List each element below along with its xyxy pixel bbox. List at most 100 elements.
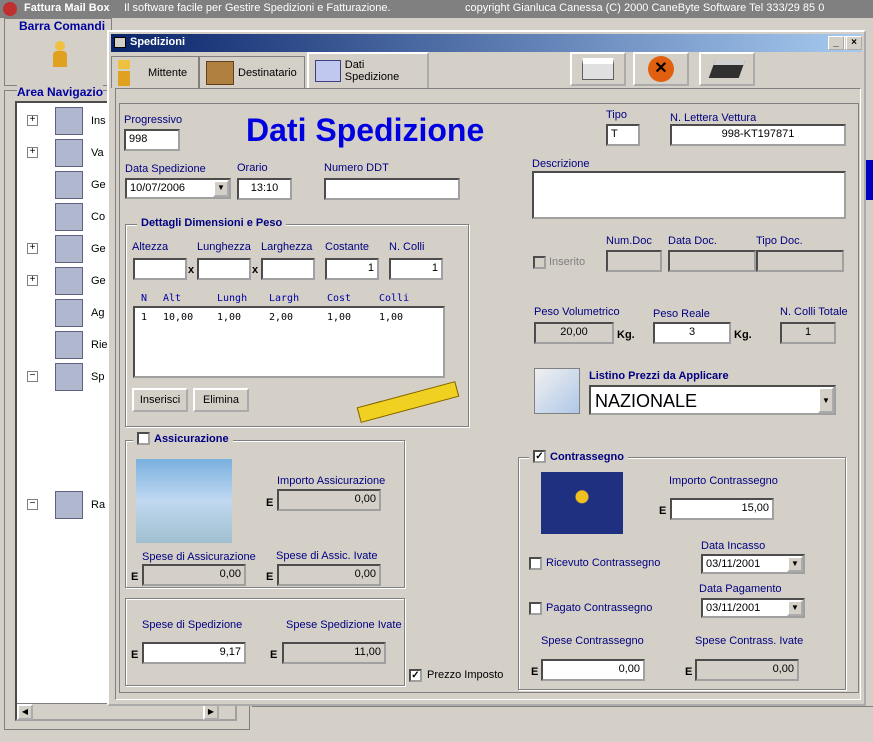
costante-label: Costante [325,241,370,253]
tipodoc-field[interactable] [756,250,844,272]
ncolli-field[interactable]: 1 [389,258,443,280]
importo-contrassegno-field[interactable]: 15,00 [670,498,774,520]
expand-icon[interactable]: + [27,243,38,254]
page-heading: Dati Spedizione [246,112,485,148]
tipo-field[interactable]: T [606,124,640,146]
folder-icon [55,203,83,231]
spese-spedizione-field[interactable]: 9,17 [142,642,246,664]
scroll-left-icon[interactable]: ◀ [17,704,33,720]
expand-icon[interactable]: + [27,147,38,158]
euro-label: E [131,571,139,583]
ricevuto-checkbox[interactable] [529,557,542,570]
tree-item-label: Sp [91,371,105,383]
lettera-vettura-label: N. Lettera Vettura [670,112,757,124]
tab-destinatario[interactable]: Destinatario [199,56,305,88]
datadoc-field[interactable] [668,250,756,272]
tab-dati-spedizione[interactable]: Dati Spedizione [307,52,429,88]
cancel-button[interactable]: ✕ [633,52,689,86]
numero-ddt-field[interactable] [324,178,460,200]
grid-cell: 1,00 [327,312,352,323]
data-spedizione-select[interactable]: 10/07/2006 ▼ [125,178,231,199]
multiply-sign: x [188,264,195,276]
folder-icon [55,331,83,359]
tab-mittente[interactable]: Mittente [111,56,199,88]
ncolli-label: N. Colli [389,241,425,253]
dropdown-arrow-icon[interactable]: ▼ [213,180,229,197]
lunghezza-field[interactable] [197,258,251,280]
ricevuto-label: Ricevuto Contrassegno [546,557,661,569]
insurance-photo [136,459,232,543]
spedizioni-window: Spedizioni _ □ × Mittente Destinatario D… [107,30,866,706]
dimensions-grid[interactable]: 1 10,00 1,00 2,00 1,00 1,00 [133,306,445,378]
data-incasso-label: Data Incasso [701,540,766,552]
data-incasso-select[interactable]: 03/11/2001 ▼ [701,554,805,574]
dropdown-arrow-icon[interactable]: ▼ [787,556,803,572]
inserito-checkbox[interactable] [533,256,546,269]
contrassegno-checkbox[interactable]: ✓ [533,450,546,463]
importo-assicurazione-label: Importo Assicurazione [277,475,386,487]
elimina-button[interactable]: Elimina [193,388,249,412]
dettagli-title: Dettagli Dimensioni e Peso [137,217,287,229]
altezza-field[interactable] [133,258,187,280]
scroll-right-icon[interactable]: ▶ [203,704,219,720]
expand-icon[interactable]: + [27,115,38,126]
grid-column-header: N [141,293,148,304]
prezzo-imposto-checkbox[interactable]: ✓ [409,669,422,682]
grid-row[interactable]: 1 10,00 1,00 2,00 1,00 1,00 [135,312,435,326]
euro-label: E [266,497,274,509]
descrizione-label: Descrizione [532,158,590,170]
assicurazione-checkbox[interactable] [137,432,150,445]
listino-select[interactable]: NAZIONALE ▼ [589,385,836,415]
save-button[interactable] [699,52,755,86]
lettera-vettura-field[interactable]: 998-KT197871 [670,124,846,146]
tab-label: Mittente [148,66,188,79]
ncolli-totale-field: 1 [780,322,836,344]
tree-item-label: Va [91,147,104,159]
window-icon [114,37,126,48]
data-pagamento-value: 03/11/2001 [706,602,761,614]
spese-assic-ivate-label: Spese di Assic. Ivate [276,550,378,562]
folder-icon [55,267,83,295]
costante-field[interactable]: 1 [325,258,379,280]
inserisci-button[interactable]: Inserisci [132,388,188,412]
grid-column-header: Alt [163,293,182,304]
barra-comandi-group: Barra Comandi [4,18,112,86]
expand-icon[interactable]: + [27,275,38,286]
spese-spedizione-ivate-field: 11,00 [282,642,386,664]
user-icon[interactable] [53,41,67,69]
app-icon [3,2,17,16]
spese-assicurazione-field: 0,00 [142,564,246,586]
print-button[interactable] [570,52,626,86]
grid-column-header: Cost [327,293,352,304]
folder-icon [55,363,83,391]
orario-field[interactable]: 13:10 [237,178,292,200]
spese-contrass-ivate-field: 0,00 [695,659,799,681]
collapse-icon[interactable]: − [27,499,38,510]
pagato-checkbox[interactable] [529,602,542,615]
window-title: Spedizioni [130,36,185,48]
euro-label: E [531,666,539,678]
tab-label: Destinatario [238,66,297,79]
printer-icon [582,58,614,80]
datadoc-label: Data Doc. [668,235,717,247]
minimize-button[interactable]: _ [828,36,844,50]
data-pagamento-select[interactable]: 03/11/2001 ▼ [701,598,805,618]
person-icon [118,59,130,86]
larghezza-field[interactable] [261,258,315,280]
close-window-button[interactable]: × [846,36,862,50]
progressivo-field[interactable]: 998 [124,129,180,151]
folder-icon [55,491,83,519]
peso-reale-field[interactable]: 3 [653,322,731,344]
collapse-icon[interactable]: − [27,371,38,382]
app-copyright: copyright Gianluca Canessa (C) 2000 Cane… [465,2,825,14]
spese-contrassegno-field[interactable]: 0,00 [541,659,645,681]
grid-cell: 1,00 [379,312,404,323]
numdoc-field[interactable] [606,250,662,272]
dropdown-arrow-icon[interactable]: ▼ [818,387,834,413]
listino-value: NAZIONALE [595,391,698,411]
cancel-icon: ✕ [648,56,674,82]
descrizione-field[interactable] [532,171,846,219]
peso-volumetrico-label: Peso Volumetrico [534,306,620,318]
dropdown-arrow-icon[interactable]: ▼ [787,600,803,616]
tree-item-label: Ins [91,115,106,127]
